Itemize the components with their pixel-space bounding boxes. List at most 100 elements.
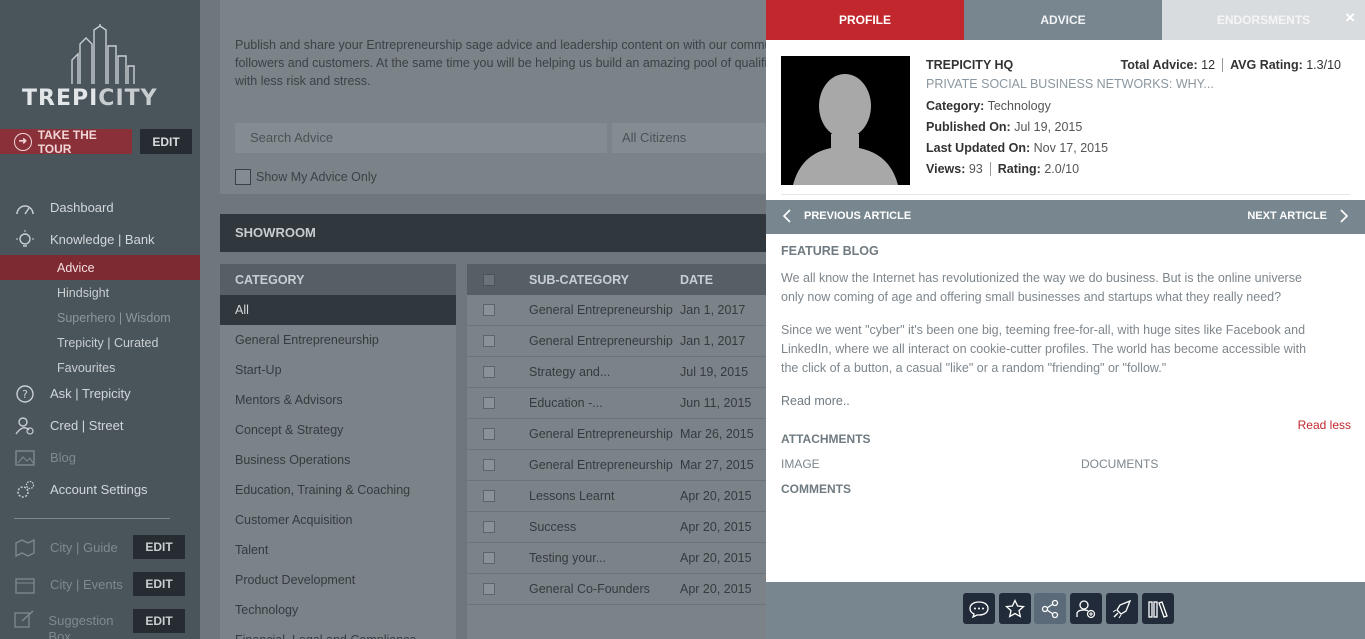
row-date: Mar 27, 2015	[680, 458, 754, 472]
image-icon	[14, 448, 36, 468]
row-checkbox[interactable]	[483, 428, 495, 440]
sidebar-item-trepicity-curated[interactable]: Trepicity | Curated	[0, 330, 200, 355]
category-item[interactable]: Concept & Strategy	[220, 415, 456, 445]
category-item[interactable]: Talent	[220, 535, 456, 565]
row-checkbox[interactable]	[483, 521, 495, 533]
search-advice-input[interactable]: Search Advice	[235, 123, 607, 153]
row-date: Jan 1, 2017	[680, 334, 746, 348]
favourite-button[interactable]	[999, 593, 1031, 624]
sidebar-item-favourites[interactable]: Favourites	[0, 355, 200, 380]
sidebar-item-city-events[interactable]: City | Events	[0, 572, 132, 597]
main-content: Publish and share your Entrepreneurship …	[200, 0, 772, 639]
sub-category-column-header[interactable]: SUB-CATEGORY	[529, 273, 680, 287]
calendar-icon	[14, 575, 36, 595]
row-checkbox[interactable]	[483, 583, 495, 595]
city-guide-edit-button[interactable]: EDIT	[133, 535, 185, 559]
previous-article-button[interactable]: PREVIOUS ARTICLE	[782, 209, 911, 223]
row-checkbox[interactable]	[483, 490, 495, 502]
share-button[interactable]	[1034, 593, 1066, 624]
table-row[interactable]: General Entrepreneurship Jan 1, 2017	[467, 295, 766, 326]
tab-advice[interactable]: ADVICE	[964, 0, 1162, 40]
updated-label: Last Updated On:	[926, 141, 1031, 155]
next-article-button[interactable]: NEXT ARTICLE	[1247, 209, 1349, 223]
category-item[interactable]: Product Development	[220, 565, 456, 595]
sidebar-item-advice[interactable]: Advice	[0, 255, 200, 280]
category-item[interactable]: Technology	[220, 595, 456, 625]
row-checkbox[interactable]	[483, 459, 495, 471]
avg-rating-value: 1.3/10	[1306, 58, 1341, 72]
sidebar-item-ask-trepicity[interactable]: ? Ask | Trepicity	[0, 381, 200, 406]
sidebar-item-knowledge-bank[interactable]: Knowledge | Bank	[0, 227, 200, 252]
dashboard-label: Dashboard	[50, 200, 114, 215]
read-less-link[interactable]: Read less	[1298, 418, 1351, 432]
category-meta: Category: Technology	[926, 99, 1051, 113]
table-row[interactable]: Success Apr 20, 2015	[467, 512, 766, 543]
row-checkbox[interactable]	[483, 366, 495, 378]
category-item[interactable]: Customer Acquisition	[220, 505, 456, 535]
tour-label: TAKE THE TOUR	[37, 127, 97, 156]
comment-button[interactable]	[963, 593, 995, 624]
cred-street-label: Cred | Street	[50, 418, 124, 433]
sidebar: TREPICITY ➜ TAKE THE TOUR EDIT Dashboard…	[0, 0, 200, 639]
sidebar-item-blog[interactable]: Blog	[0, 445, 200, 470]
table-row[interactable]: General Entrepreneurship Mar 27, 2015	[467, 450, 766, 481]
sidebar-item-account-settings[interactable]: Account Settings	[0, 477, 200, 502]
row-checkbox[interactable]	[483, 335, 495, 347]
advice-table: SUB-CATEGORY DATE General Entrepreneursh…	[467, 264, 766, 639]
comments-heading: COMMENTS	[781, 482, 851, 496]
sidebar-item-hindsight[interactable]: Hindsight	[0, 280, 200, 305]
author-org[interactable]: TREPICITY HQ	[926, 58, 1013, 72]
tab-endorsements[interactable]: ENDORSMENTS	[1162, 0, 1365, 40]
category-item[interactable]: Education, Training & Coaching	[220, 475, 456, 505]
action-bar	[766, 582, 1365, 639]
table-row[interactable]: Strategy and... Jul 19, 2015	[467, 357, 766, 388]
date-column-header[interactable]: DATE	[680, 273, 760, 287]
table-row[interactable]: General Entrepreneurship Jan 1, 2017	[467, 326, 766, 357]
select-all-checkbox[interactable]	[483, 273, 495, 286]
follow-user-button[interactable]	[1070, 593, 1102, 624]
row-date: Jan 1, 2017	[680, 303, 746, 317]
row-sub-category: Lessons Learnt	[529, 489, 615, 503]
category-item[interactable]: Mentors & Advisors	[220, 385, 456, 415]
category-item[interactable]: Start-Up	[220, 355, 456, 385]
next-article-label: NEXT ARTICLE	[1247, 210, 1327, 222]
trepicity-logo[interactable]: TREPICITY	[22, 20, 182, 119]
sidebar-item-superhero-wisdom[interactable]: Superhero | Wisdom	[0, 305, 200, 330]
article-paragraph: Since we went "cyber" it's been one big,…	[781, 321, 1351, 378]
my-advice-checkbox[interactable]	[235, 169, 251, 185]
category-header: CATEGORY	[220, 264, 456, 295]
sidebar-item-suggestion-box[interactable]: Suggestion Box	[0, 609, 132, 639]
sidebar-item-dashboard[interactable]: Dashboard	[0, 195, 200, 220]
sidebar-item-cred-street[interactable]: Cred | Street	[0, 413, 200, 438]
tab-profile[interactable]: PROFILE	[766, 0, 964, 40]
city-guide-label: City | Guide	[50, 540, 118, 555]
category-item[interactable]: Financial, Legal and Compliance	[220, 625, 456, 639]
category-item[interactable]: Business Operations	[220, 445, 456, 475]
row-checkbox[interactable]	[483, 304, 495, 316]
sidebar-item-city-guide[interactable]: City | Guide	[0, 535, 132, 560]
attachments-heading: ATTACHMENTS	[781, 432, 871, 446]
endorse-button[interactable]	[1106, 593, 1138, 624]
table-row[interactable]: Lessons Learnt Apr 20, 2015	[467, 481, 766, 512]
close-icon[interactable]: ×	[1345, 8, 1355, 28]
suggestion-box-edit-button[interactable]: EDIT	[133, 609, 185, 633]
row-date: Jun 11, 2015	[680, 396, 752, 410]
show-my-advice-toggle[interactable]: Show My Advice Only	[235, 169, 377, 185]
row-checkbox[interactable]	[483, 397, 495, 409]
category-item[interactable]: All	[220, 295, 456, 325]
library-button[interactable]	[1142, 593, 1174, 624]
avg-rating-label: AVG Rating:	[1230, 58, 1303, 72]
city-events-edit-button[interactable]: EDIT	[133, 572, 185, 596]
category-item[interactable]: General Entrepreneurship	[220, 325, 456, 355]
read-more-link[interactable]: Read more..	[781, 394, 850, 408]
table-row[interactable]: General Entrepreneurship Mar 26, 2015	[467, 419, 766, 450]
table-row[interactable]: Testing your... Apr 20, 2015	[467, 543, 766, 574]
updated-value: Nov 17, 2015	[1033, 141, 1109, 155]
logo-wordmark: TREPICITY	[22, 86, 158, 111]
row-checkbox[interactable]	[483, 552, 495, 564]
tour-edit-button[interactable]: EDIT	[140, 129, 192, 154]
table-row[interactable]: Education -... Jun 11, 2015	[467, 388, 766, 419]
citizens-select[interactable]: All Citizens	[612, 123, 772, 153]
table-row[interactable]: General Co-Founders Apr 20, 2015	[467, 574, 766, 605]
take-the-tour-button[interactable]: ➜ TAKE THE TOUR	[0, 127, 132, 156]
